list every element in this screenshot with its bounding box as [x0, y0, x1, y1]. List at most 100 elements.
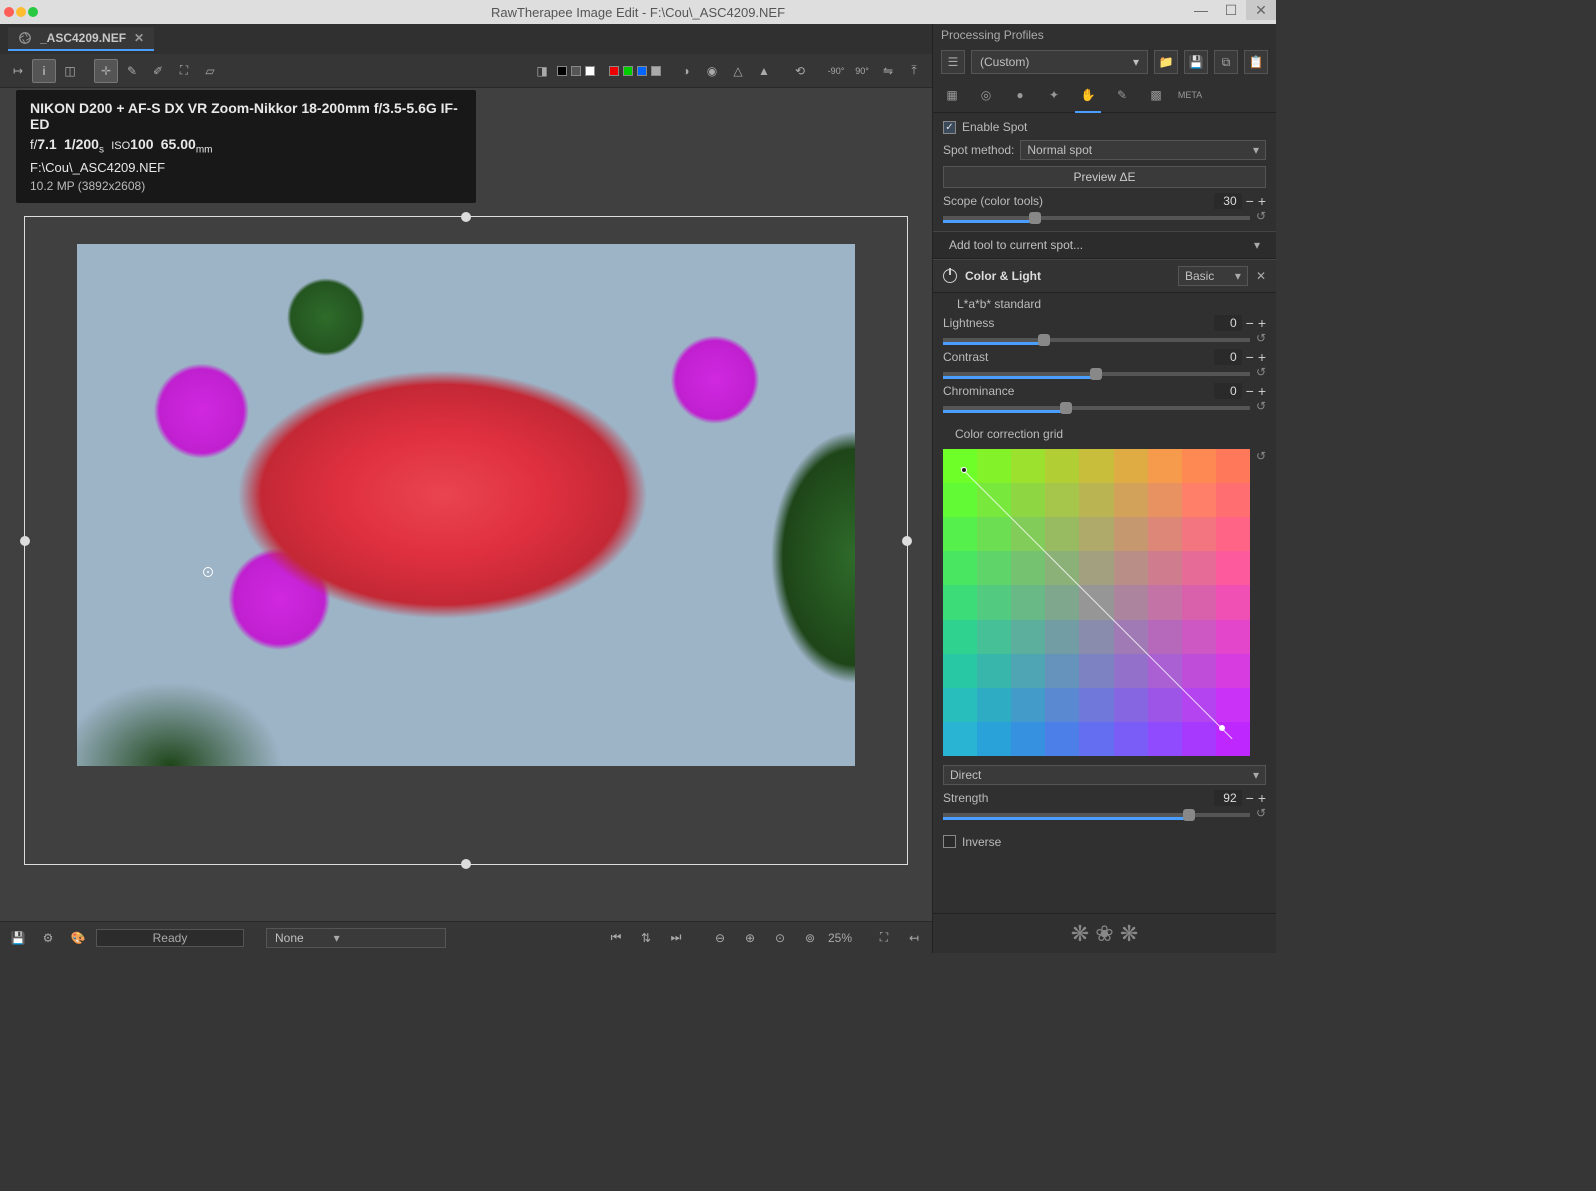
- traffic-yellow[interactable]: [16, 7, 26, 17]
- channel-b-chip[interactable]: [637, 66, 647, 76]
- bg-white-chip[interactable]: [585, 66, 595, 76]
- before-after-icon[interactable]: ◫: [58, 59, 82, 83]
- chrominance-slider[interactable]: [943, 406, 1250, 410]
- profile-mode-icon[interactable]: ☰: [941, 50, 965, 74]
- advanced-tab-icon[interactable]: ✦: [1043, 84, 1065, 106]
- wb-picker-icon[interactable]: ✐: [146, 59, 170, 83]
- strength-minus[interactable]: −: [1246, 790, 1254, 806]
- spot-method-dropdown[interactable]: Normal spot: [1020, 140, 1266, 160]
- zoom-out-icon[interactable]: ⊖: [708, 926, 732, 950]
- color-tab-icon[interactable]: ●: [1009, 84, 1031, 106]
- preview-canvas[interactable]: [0, 88, 932, 921]
- spot-handle-bottom[interactable]: [461, 859, 471, 869]
- nav-prev-icon[interactable]: ⏮: [604, 926, 628, 950]
- rot-neg90-icon[interactable]: -90°: [824, 59, 848, 83]
- zoom-fit-icon[interactable]: ⊙: [768, 926, 792, 950]
- flip-v-icon[interactable]: ⤒: [902, 59, 926, 83]
- contrast-minus[interactable]: −: [1246, 349, 1254, 365]
- close-tab-icon[interactable]: ✕: [134, 31, 144, 45]
- copy-profile-icon[interactable]: ⧉: [1214, 50, 1238, 74]
- chrominance-reset-icon[interactable]: ↺: [1256, 399, 1266, 413]
- highlight-clip-icon[interactable]: ◑: [674, 59, 698, 83]
- queue-icon[interactable]: ⚙: [36, 926, 60, 950]
- paste-profile-icon[interactable]: 📋: [1244, 50, 1268, 74]
- zoom-in-icon[interactable]: ⊕: [738, 926, 762, 950]
- spot-handle-top[interactable]: [461, 212, 471, 222]
- load-profile-icon[interactable]: 📁: [1154, 50, 1178, 74]
- exposure-tab-icon[interactable]: ▦: [941, 84, 963, 106]
- meta-tab-icon[interactable]: META: [1179, 84, 1201, 106]
- lightness-reset-icon[interactable]: ↺: [1256, 331, 1266, 345]
- lightness-minus[interactable]: −: [1246, 315, 1254, 331]
- mode-dropdown[interactable]: Basic: [1178, 266, 1248, 286]
- spot-handle-left[interactable]: [20, 536, 30, 546]
- contrast-reset-icon[interactable]: ↺: [1256, 365, 1266, 379]
- rotate-icon[interactable]: ⟲: [788, 59, 812, 83]
- strength-slider[interactable]: [943, 813, 1250, 817]
- bg-black-chip[interactable]: [557, 66, 567, 76]
- scope-reset-icon[interactable]: ↺: [1256, 209, 1266, 223]
- grid-reset-icon[interactable]: ↺: [1256, 449, 1266, 463]
- close-window-button[interactable]: ✕: [1246, 0, 1276, 20]
- inverse-checkbox[interactable]: [943, 835, 956, 848]
- crosshair-icon[interactable]: ✛: [94, 59, 118, 83]
- new-detail-icon[interactable]: ⛶: [872, 926, 896, 950]
- transform-tab-icon[interactable]: ✎: [1111, 84, 1133, 106]
- spot-handle-right[interactable]: [902, 536, 912, 546]
- preview-de-button[interactable]: Preview ΔE: [943, 166, 1266, 188]
- detail-tab-icon[interactable]: ◎: [975, 84, 997, 106]
- straighten-icon[interactable]: ▱: [198, 59, 222, 83]
- flip-h-icon[interactable]: ⇋: [876, 59, 900, 83]
- traffic-green[interactable]: [28, 7, 38, 17]
- color-light-section-header[interactable]: Color & Light Basic ✕: [933, 259, 1276, 293]
- background-combo[interactable]: None: [266, 928, 446, 948]
- scope-value[interactable]: 30: [1214, 193, 1242, 209]
- profile-selector[interactable]: (Custom)▾: [971, 50, 1148, 74]
- warn-highlight-icon[interactable]: ▲: [752, 59, 776, 83]
- chrominance-plus[interactable]: +: [1258, 383, 1266, 399]
- bg-gray-chip[interactable]: [571, 66, 581, 76]
- contrast-plus[interactable]: +: [1258, 349, 1266, 365]
- channel-g-chip[interactable]: [623, 66, 633, 76]
- raw-tab-icon[interactable]: ▩: [1145, 84, 1167, 106]
- local-tab-icon[interactable]: ✋: [1077, 84, 1099, 106]
- strength-reset-icon[interactable]: ↺: [1256, 806, 1266, 820]
- remove-tool-icon[interactable]: ✕: [1256, 269, 1266, 283]
- strength-plus[interactable]: +: [1258, 790, 1266, 806]
- chrominance-minus[interactable]: −: [1246, 383, 1254, 399]
- scope-slider[interactable]: [943, 216, 1250, 220]
- maximize-button[interactable]: ☐: [1216, 0, 1246, 20]
- scope-minus[interactable]: −: [1246, 193, 1254, 209]
- save-profile-icon[interactable]: 💾: [1184, 50, 1208, 74]
- picker-icon[interactable]: ✎: [120, 59, 144, 83]
- color-correction-grid[interactable]: [943, 449, 1250, 756]
- channel-l-chip[interactable]: [651, 66, 661, 76]
- info-toggle-button[interactable]: i: [32, 59, 56, 83]
- shadow-clip-icon[interactable]: ◉: [700, 59, 724, 83]
- nav-sync-icon[interactable]: ⇅: [634, 926, 658, 950]
- spot-boundary[interactable]: [24, 216, 908, 865]
- bg-toggle-icon[interactable]: ◨: [530, 59, 554, 83]
- toggle-panel-icon[interactable]: ↤: [902, 926, 926, 950]
- scope-plus[interactable]: +: [1258, 193, 1266, 209]
- warn-shadow-icon[interactable]: △: [726, 59, 750, 83]
- spot-center-icon[interactable]: [203, 567, 213, 577]
- grid-method-dropdown[interactable]: Direct: [943, 765, 1266, 785]
- file-tab[interactable]: _ASC4209.NEF ✕: [8, 27, 154, 51]
- lightness-slider[interactable]: [943, 338, 1250, 342]
- lightness-value[interactable]: 0: [1214, 315, 1242, 331]
- chrominance-value[interactable]: 0: [1214, 383, 1242, 399]
- power-toggle-icon[interactable]: [943, 269, 957, 283]
- crop-icon[interactable]: ⛶: [172, 59, 196, 83]
- channel-r-chip[interactable]: [609, 66, 619, 76]
- enable-spot-checkbox[interactable]: ✓: [943, 121, 956, 134]
- zoom-100-icon[interactable]: ⊚: [798, 926, 822, 950]
- external-editor-icon[interactable]: 🎨: [66, 926, 90, 950]
- rot-pos90-icon[interactable]: 90°: [850, 59, 874, 83]
- add-tool-dropdown[interactable]: Add tool to current spot...: [943, 235, 1266, 255]
- arrow-tool-icon[interactable]: ↦: [6, 59, 30, 83]
- strength-value[interactable]: 92: [1214, 790, 1242, 806]
- contrast-slider[interactable]: [943, 372, 1250, 376]
- lightness-plus[interactable]: +: [1258, 315, 1266, 331]
- contrast-value[interactable]: 0: [1214, 349, 1242, 365]
